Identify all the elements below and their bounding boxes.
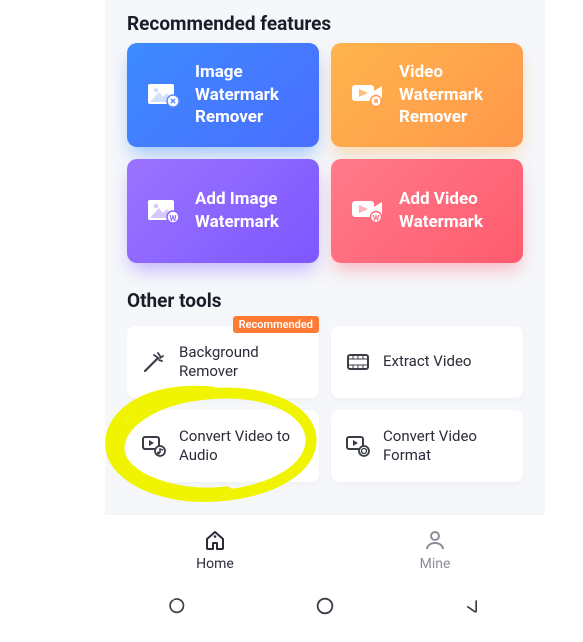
card-add-video-watermark[interactable]: W Add Video Watermark: [331, 159, 523, 263]
recommended-grid: Image Watermark Remover Video Watermark …: [105, 43, 545, 277]
tool-convert-video-to-audio[interactable]: Convert Video to Audio: [127, 410, 319, 482]
svg-text:W: W: [373, 214, 380, 223]
tool-extract-video[interactable]: Extract Video: [331, 326, 523, 398]
card-add-image-watermark[interactable]: W Add Image Watermark: [127, 159, 319, 263]
card-video-watermark-remover[interactable]: Video Watermark Remover: [331, 43, 523, 147]
tool-convert-video-format[interactable]: Convert Video Format: [331, 410, 523, 482]
person-icon: [423, 528, 447, 552]
other-tools-grid: Recommended Background Remover Extract V…: [105, 320, 545, 496]
card-label: Add Image Watermark: [195, 188, 299, 234]
tool-label: Background Remover: [179, 343, 305, 382]
system-nav-bar: [105, 584, 545, 628]
nav-label: Mine: [420, 556, 451, 572]
tool-label: Convert Video to Audio: [179, 427, 305, 466]
card-label: Image Watermark Remover: [195, 61, 299, 130]
nav-label: Home: [196, 556, 234, 572]
card-label: Add Video Watermark: [399, 188, 503, 234]
nav-home[interactable]: Home: [105, 515, 325, 584]
recommended-tag: Recommended: [233, 316, 319, 333]
image-add-icon: W: [147, 196, 181, 226]
video-remove-icon: [351, 80, 385, 110]
nav-mine[interactable]: Mine: [325, 515, 545, 584]
app-screen: Recommended features Image Watermark Rem…: [105, 0, 545, 628]
system-recents-button[interactable]: [158, 594, 198, 618]
other-tools-heading: Other tools: [105, 277, 545, 320]
tool-background-remover[interactable]: Recommended Background Remover: [127, 326, 319, 398]
video-add-icon: W: [351, 196, 385, 226]
media-audio-icon: [141, 433, 167, 459]
card-image-watermark-remover[interactable]: Image Watermark Remover: [127, 43, 319, 147]
system-home-button[interactable]: [305, 594, 345, 618]
card-label: Video Watermark Remover: [399, 61, 503, 130]
system-back-button[interactable]: [452, 594, 492, 618]
bottom-nav: Home Mine: [105, 514, 545, 584]
film-icon: [345, 349, 371, 375]
image-remove-icon: [147, 80, 181, 110]
svg-text:W: W: [170, 214, 177, 223]
home-icon: [203, 528, 227, 552]
wand-icon: [141, 349, 167, 375]
recommended-heading: Recommended features: [105, 0, 545, 43]
media-convert-icon: [345, 433, 371, 459]
tool-label: Extract Video: [383, 352, 471, 372]
tool-label: Convert Video Format: [383, 427, 509, 466]
